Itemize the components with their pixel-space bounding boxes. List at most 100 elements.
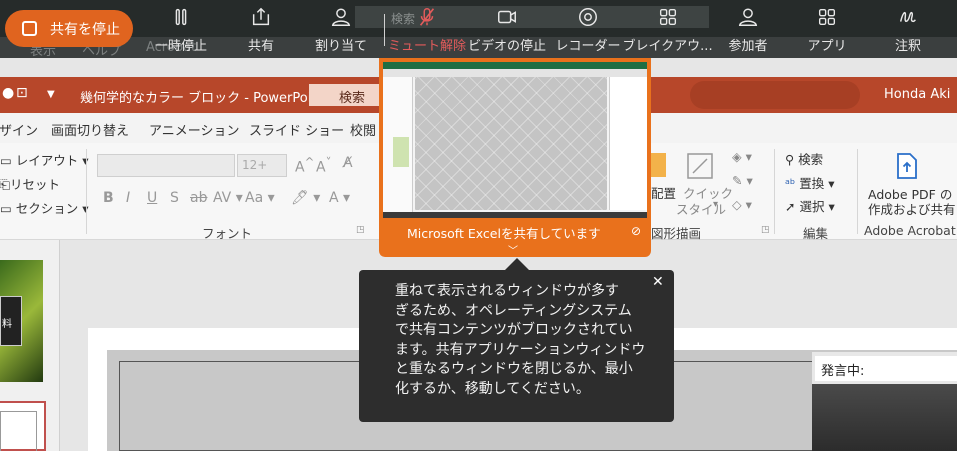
underline-icon[interactable]: U — [147, 190, 157, 206]
group-separator — [86, 149, 87, 234]
ppt-search-box[interactable]: 検索 — [309, 84, 384, 106]
replace-icon: ᵃᵇ — [785, 176, 796, 191]
participants-label: 参加者 — [728, 39, 768, 54]
tab-design[interactable]: ザイン — [0, 120, 38, 139]
thumbnail-label: 料 — [0, 296, 22, 346]
pause-share-button[interactable]: 一時停止 — [153, 6, 209, 54]
presentation-start-icon[interactable]: ⊡ — [16, 85, 28, 101]
tab-review[interactable]: 校閲 — [350, 120, 376, 139]
excel-ribbon — [383, 69, 647, 77]
quick-style-icon[interactable] — [685, 151, 715, 181]
strikethrough-icon[interactable]: ab — [190, 190, 207, 206]
shape-fill-icon[interactable]: ◈ ▾ — [732, 149, 752, 164]
layout-button[interactable]: ▭ レイアウト ▾ — [0, 150, 89, 169]
document-title: 幾何学的なカラー ブロック - PowerPoint — [80, 91, 325, 106]
font-dialog-launcher-icon[interactable]: ◳ — [356, 225, 365, 235]
mic-muted-icon — [419, 8, 435, 26]
annotate-label: 注釈 — [894, 39, 921, 54]
drawing-dialog-launcher-icon[interactable]: ◳ — [761, 225, 770, 235]
change-case-icon[interactable]: Aa ▾ — [245, 190, 275, 206]
excel-side-pane — [383, 77, 413, 212]
close-icon[interactable]: ✕ — [652, 274, 664, 290]
shared-window-thumbnail[interactable] — [383, 62, 647, 218]
layout-label: レイアウト — [15, 153, 79, 168]
unpin-icon[interactable]: ⊘ — [631, 224, 641, 238]
tooltip-line: で共有コンテンツがブロックされてい — [395, 322, 633, 338]
replace-button[interactable]: ᵃᵇ 置換 ▾ — [785, 173, 835, 192]
shadow-icon[interactable]: S — [170, 190, 179, 206]
font-size-value: 12+ — [242, 158, 268, 172]
grow-font-icon[interactable]: A^ — [295, 155, 314, 176]
person-assign-icon — [331, 8, 351, 26]
adobe-pdf-share-icon[interactable] — [895, 152, 919, 180]
stop-share-button[interactable]: 共有を停止 — [5, 10, 133, 47]
find-label: 検索 — [798, 152, 824, 167]
tab-transitions[interactable]: 画面切り替え — [51, 120, 129, 139]
ppt-search-label: 検索 — [339, 91, 366, 106]
apps-button[interactable]: アプリ — [808, 6, 847, 54]
participants-button[interactable]: 参加者 — [726, 6, 770, 54]
toolbar-divider — [384, 14, 385, 46]
group-separator — [857, 149, 858, 234]
section-button[interactable]: ▭ セクション ▾ — [0, 198, 89, 217]
apps-label: アプリ — [807, 39, 847, 54]
assign-button[interactable]: 割り当て — [315, 6, 367, 54]
blurred-title-area — [690, 81, 860, 109]
user-name[interactable]: Honda Aki — [884, 87, 950, 102]
quick-style-chevron-icon[interactable]: ▾ — [713, 199, 718, 210]
font-color-icon[interactable]: A ▾ — [329, 190, 350, 206]
tab-animations[interactable]: アニメーション — [149, 120, 239, 139]
shape-outline-icon[interactable]: ✎ ▾ — [732, 173, 753, 188]
clear-format-icon[interactable]: A̸ — [343, 155, 353, 171]
quick-access-dropdown-icon[interactable]: ▼ — [47, 89, 55, 100]
section-label: セクション — [15, 201, 79, 216]
slide-thumbnail[interactable]: 料 — [0, 260, 43, 382]
excel-status-bar — [383, 212, 647, 218]
sharing-status-text: Microsoft Excelを共有しています — [407, 226, 601, 241]
share-preview-panel: Microsoft Excelを共有しています ⊘ ﹀ — [379, 58, 651, 257]
select-button[interactable]: ➚ 選択 ▾ — [785, 196, 835, 215]
stop-video-button[interactable]: ビデオの停止 — [468, 6, 547, 54]
bold-icon[interactable]: B — [103, 190, 114, 206]
slide-thumbnail-selected[interactable] — [0, 401, 46, 451]
quick-style-line2[interactable]: スタイル — [676, 199, 726, 218]
unmute-button[interactable]: ミュート解除 — [388, 6, 466, 54]
char-spacing-icon[interactable]: AV ▾ — [213, 190, 243, 206]
group-separator — [774, 149, 775, 234]
participants-icon — [738, 8, 758, 26]
quick-access-dot-icon[interactable]: ● — [2, 85, 14, 101]
chevron-down-icon[interactable]: ﹀ — [508, 242, 518, 257]
video-camera-icon — [498, 10, 516, 24]
unmute-label: ミュート解除 — [388, 39, 467, 54]
annotate-icon — [899, 11, 916, 23]
pause-icon — [175, 8, 187, 26]
font-size-dropdown[interactable]: 12+ — [237, 154, 287, 177]
shape-fill-swatch[interactable] — [651, 153, 666, 177]
zoom-meeting-toolbar: 表示 ヘルプ Acrobat 検索 共有を停止 一時停止 共有 割り当て ミュー… — [0, 0, 957, 59]
thumbnail-frame — [0, 411, 37, 451]
stop-video-label: ビデオの停止 — [468, 39, 547, 54]
recorder-button[interactable]: レコーダー — [556, 6, 621, 54]
apps-grid-icon — [818, 8, 836, 26]
new-share-label: 共有 — [247, 39, 274, 54]
stop-square-icon — [22, 21, 37, 36]
new-share-button[interactable]: 共有 — [246, 6, 276, 54]
breakout-rooms-button[interactable]: ブレイクアウ... — [622, 6, 713, 54]
italic-icon[interactable]: I — [126, 190, 130, 206]
highlight-icon[interactable]: 🖊 ▾ — [291, 190, 320, 206]
tab-slideshow[interactable]: スライド ショー — [249, 120, 344, 139]
tooltip-line: と重なるウィンドウを閉じるか、最小 — [395, 361, 633, 377]
shrink-font-icon[interactable]: A˅ — [316, 155, 331, 176]
select-label: 選択 — [799, 199, 825, 214]
adobe-pdf-line2[interactable]: 作成および共有 — [868, 199, 956, 218]
find-button[interactable]: ⚲ 検索 — [785, 149, 823, 168]
arrange-label[interactable]: 配置 — [651, 183, 676, 202]
record-icon — [579, 8, 597, 26]
excel-right-pane — [609, 77, 647, 210]
font-name-dropdown[interactable] — [97, 154, 235, 177]
shape-effects-icon[interactable]: ◇ ▾ — [732, 197, 752, 212]
tooltip-line: ぎるため、オペレーティングシステム — [395, 302, 632, 319]
breakout-rooms-icon — [659, 8, 676, 26]
annotate-button[interactable]: 注釈 — [893, 6, 923, 54]
reset-button[interactable]: ⎗リセット — [0, 174, 60, 193]
